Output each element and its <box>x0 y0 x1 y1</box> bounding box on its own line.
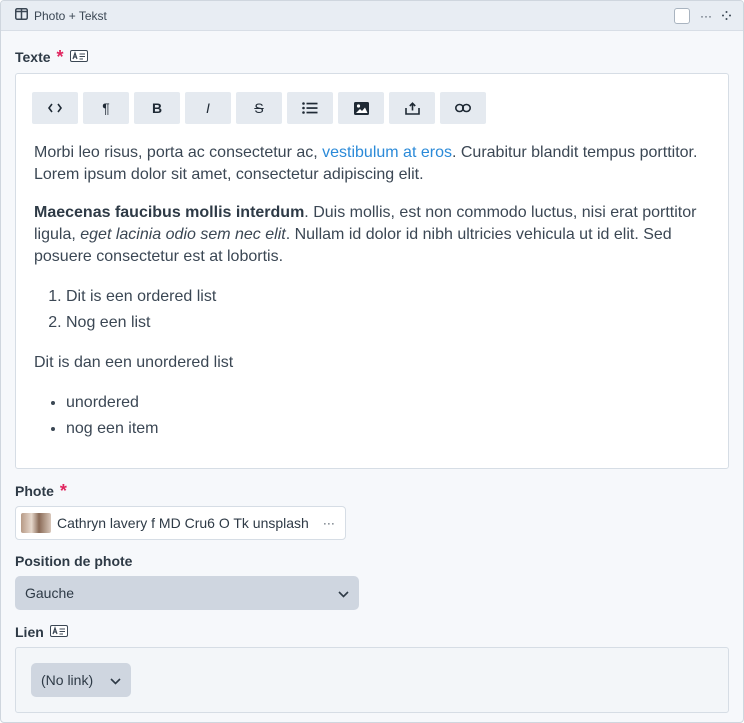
layout-columns-icon <box>15 8 28 23</box>
position-select[interactable]: Gauche <box>15 576 359 610</box>
list-item: Nog een list <box>66 310 712 336</box>
chevron-down-icon <box>110 672 121 688</box>
position-label-text: Position de phote <box>15 553 133 569</box>
italic-text: eget lacinia odio sem nec elit <box>80 226 286 243</box>
required-mark: * <box>56 47 64 67</box>
italic-button[interactable]: I <box>185 92 231 124</box>
block-select-checkbox[interactable] <box>674 7 690 24</box>
required-mark: * <box>59 481 67 501</box>
bulleted-list-button[interactable] <box>287 92 333 124</box>
paragraph-button[interactable]: ¶ <box>83 92 129 124</box>
translatable-icon <box>69 49 88 65</box>
image-icon <box>353 101 369 115</box>
photo-file-name: Cathryn lavery f MD Cru6 O Tk unsplash <box>57 515 309 531</box>
unordered-list: unordered nog een item <box>34 390 712 442</box>
strikethrough-button[interactable]: S <box>236 92 282 124</box>
link-selected-value: (No link) <box>41 672 94 688</box>
ordered-list: Dit is een ordered list Nog een list <box>34 284 712 336</box>
upload-icon <box>404 101 420 115</box>
lien-label: Lien <box>15 624 729 640</box>
content-block: Photo + Tekst ··· Texte * ¶ B I S Morbi … <box>0 0 744 723</box>
inline-link[interactable]: vestibulum at eros <box>322 144 452 161</box>
phote-label: Phote * <box>15 482 729 500</box>
link-icon <box>455 103 471 113</box>
rich-text-editor[interactable]: ¶ B I S Morbi leo risus, porta ac consec… <box>15 73 729 469</box>
link-select[interactable]: (No link) <box>31 663 131 697</box>
position-label: Position de phote <box>15 553 729 569</box>
paragraph-3: Dit is dan een unordered list <box>34 354 234 371</box>
translatable-icon <box>49 624 68 640</box>
block-header: Photo + Tekst ··· <box>1 1 743 31</box>
phote-label-text: Phote <box>15 483 54 499</box>
bold-text: Maecenas faucibus mollis interdum <box>34 204 305 221</box>
image-button[interactable] <box>338 92 384 124</box>
link-button[interactable] <box>440 92 486 124</box>
more-horizontal-icon[interactable]: ··· <box>323 516 335 530</box>
code-icon <box>48 103 62 113</box>
more-horizontal-icon[interactable]: ··· <box>700 10 712 22</box>
code-button[interactable] <box>32 92 78 124</box>
move-icon[interactable] <box>722 10 731 22</box>
editor-toolbar: ¶ B I S <box>16 74 728 124</box>
editor-content[interactable]: Morbi leo risus, porta ac consectetur ac… <box>16 124 728 468</box>
paragraph-icon: ¶ <box>102 100 110 116</box>
paragraph-2: Maecenas faucibus mollis interdum. Duis … <box>34 202 712 268</box>
list-item: unordered <box>66 390 712 416</box>
block-title-text: Photo + Tekst <box>34 8 107 23</box>
photo-selector[interactable]: Cathryn lavery f MD Cru6 O Tk unsplash ·… <box>15 506 346 540</box>
upload-button[interactable] <box>389 92 435 124</box>
lien-label-text: Lien <box>15 624 44 640</box>
list-icon <box>302 102 318 114</box>
italic-icon: I <box>206 100 210 116</box>
list-item: nog een item <box>66 416 712 442</box>
strikethrough-icon: S <box>254 100 264 116</box>
list-item: Dit is een ordered list <box>66 284 712 310</box>
paragraph-text: Morbi leo risus, porta ac consectetur ac… <box>34 144 323 161</box>
position-selected-value: Gauche <box>25 585 75 601</box>
bold-button[interactable]: B <box>134 92 180 124</box>
texte-label: Texte * <box>15 48 729 66</box>
link-field: (No link) <box>15 647 729 713</box>
block-title: Photo + Tekst <box>15 8 107 23</box>
chevron-down-icon <box>338 585 349 601</box>
texte-label-text: Texte <box>15 49 51 65</box>
paragraph-1: Morbi leo risus, porta ac consectetur ac… <box>34 142 712 186</box>
bold-icon: B <box>151 100 163 116</box>
photo-thumbnail <box>21 513 51 533</box>
